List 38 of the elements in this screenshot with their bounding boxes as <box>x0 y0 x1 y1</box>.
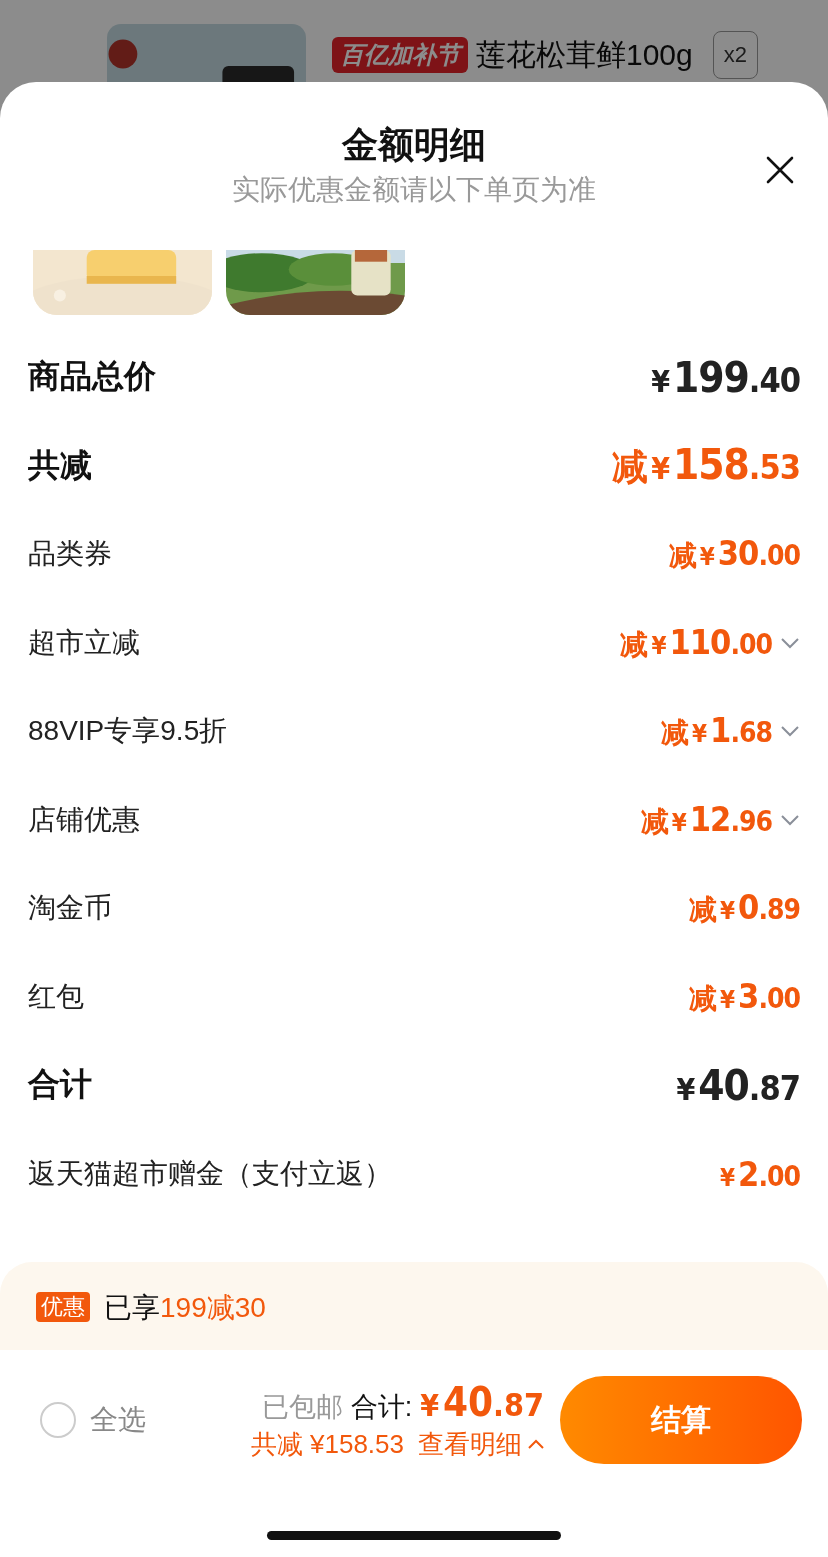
discount-amount: 减¥0.89 <box>689 887 800 930</box>
chevron-down-icon[interactable] <box>780 725 800 738</box>
checkout-button[interactable]: 结算 <box>560 1376 802 1464</box>
discount-label: 店铺优惠 <box>28 802 140 837</box>
summary-label: 合计 <box>28 1065 92 1105</box>
discount-amount: 减¥12.96 <box>640 798 772 841</box>
promo-badge: 百亿加补节 <box>332 37 468 73</box>
quantity-badge: x2 <box>712 31 758 79</box>
discount-amount: 减¥110.00 <box>620 621 772 664</box>
price-amount: ¥199.40 <box>651 352 800 402</box>
shipping-note: 已包邮 <box>261 1390 343 1424</box>
promo-tag: 优惠 <box>36 1292 90 1322</box>
promo-text: 已享199减30 <box>104 1292 266 1324</box>
summary-label: 商品总价 <box>28 357 156 397</box>
sheet-subtitle: 实际优惠金额请以下单页为准 <box>231 173 597 207</box>
discount-amount: 减¥3.00 <box>689 975 800 1018</box>
price-amount: ¥40.87 <box>676 1060 800 1110</box>
discount-label: 超市立减 <box>28 625 140 660</box>
discount-amount: 减¥30.00 <box>668 533 800 576</box>
summary-label: 共减 <box>28 445 92 485</box>
discount-amount: 减¥158.53 <box>612 439 800 491</box>
sheet-title: 金额明细 <box>340 123 487 167</box>
savings-text: 共减 ¥158.53 <box>250 1427 404 1461</box>
chevron-down-icon[interactable] <box>780 813 800 826</box>
details-link[interactable]: 查看明细 <box>418 1426 544 1462</box>
discount-amount: 减¥1.68 <box>661 710 772 753</box>
discount-label: 返天猫超市赠金（支付立返） <box>28 1156 392 1191</box>
price-amount: ¥2.00 <box>720 1153 800 1194</box>
discount-label: 淘金币 <box>28 891 112 926</box>
chevron-down-icon[interactable] <box>780 636 800 649</box>
total-amount: ¥40.87 <box>420 1378 544 1425</box>
close-icon[interactable] <box>766 156 794 184</box>
discount-label: 品类券 <box>28 537 112 572</box>
discount-label: 红包 <box>28 979 84 1014</box>
total-label: 合计: <box>350 1390 413 1424</box>
select-all-checkbox[interactable]: 全选 <box>40 1401 146 1439</box>
discount-label: 88VIP专享9.5折 <box>28 714 228 749</box>
product-title: 莲花松茸鲜100g <box>476 36 693 73</box>
